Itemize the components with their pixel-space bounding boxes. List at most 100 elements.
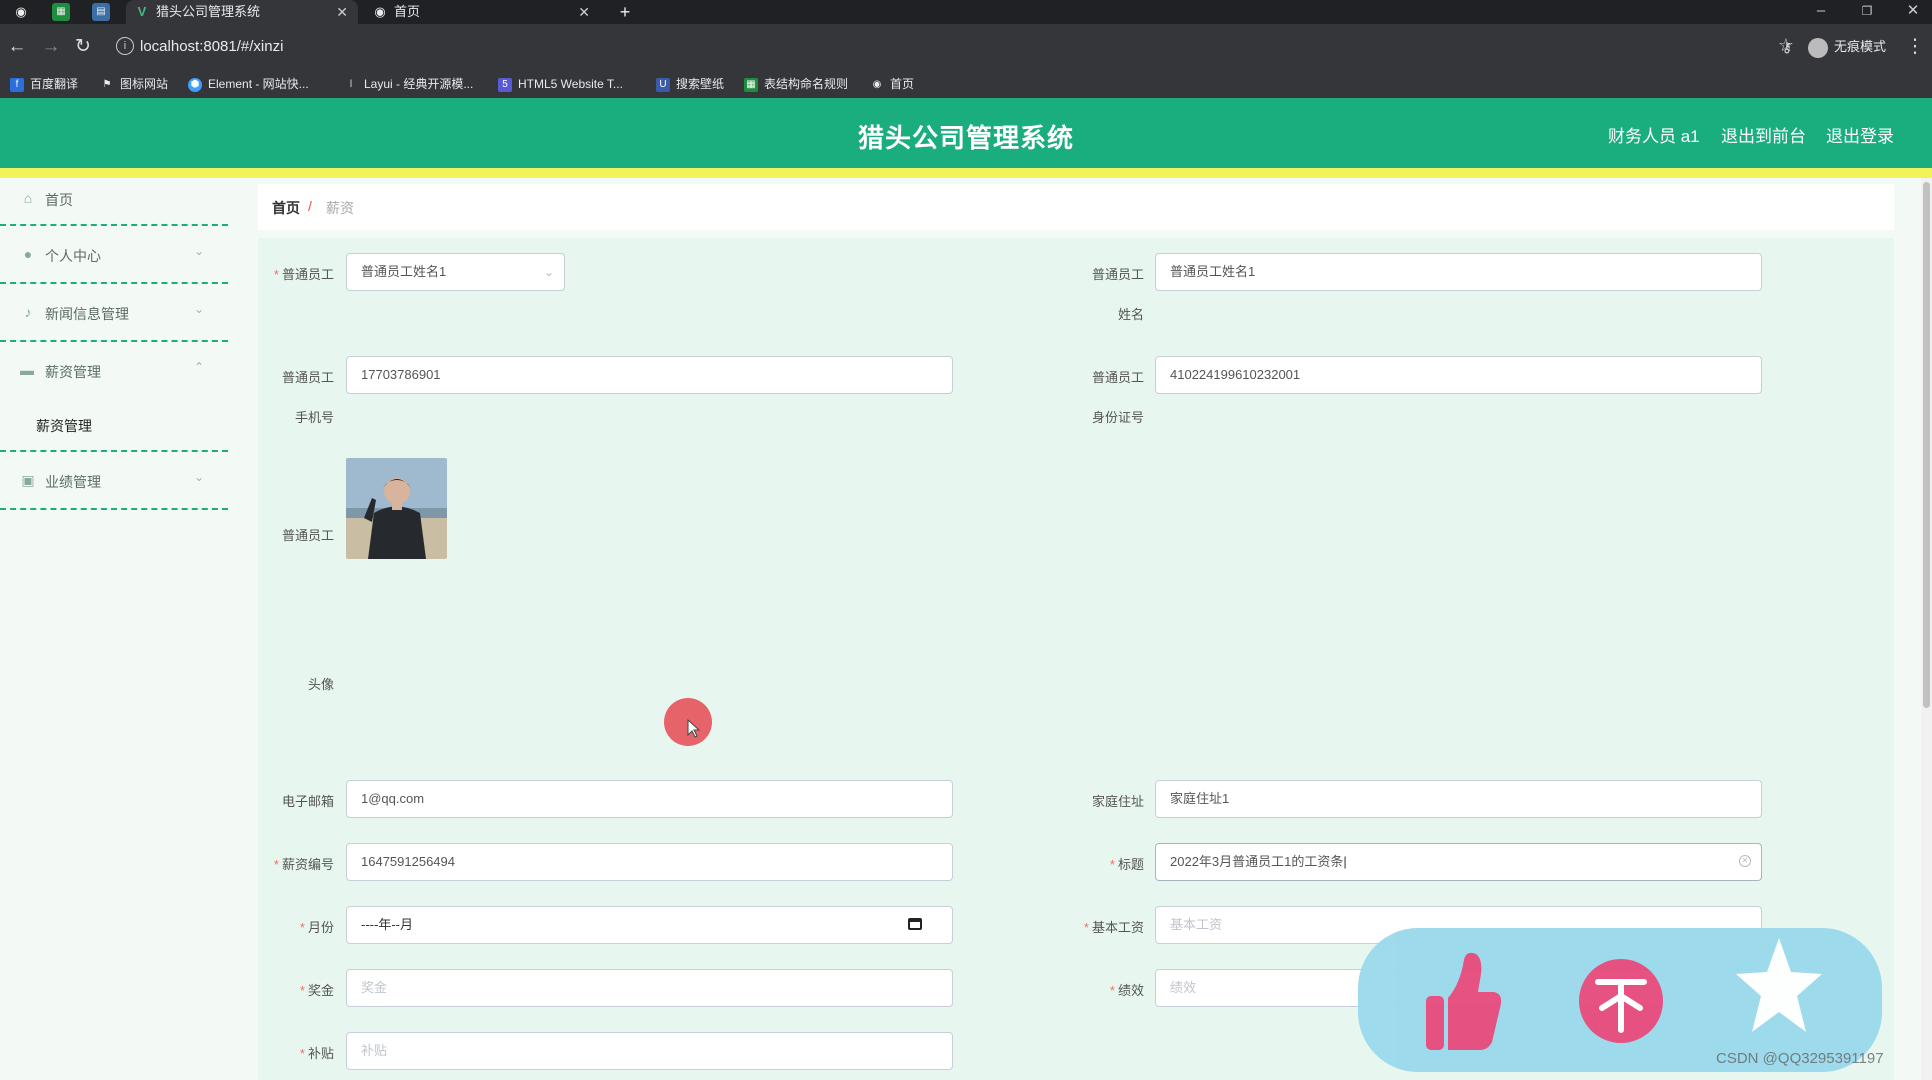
profile-label: 无痕模式 [1834, 39, 1887, 54]
sidebar-item-profile[interactable]: ● 个人中心 ⌄ [0, 226, 228, 284]
bookmark-item[interactable]: ▦ 表结构命名规则 [744, 70, 848, 98]
page-scrollbar[interactable] [1921, 178, 1932, 1080]
menu-dots-icon[interactable]: ⋮ [1904, 36, 1926, 58]
back-to-front-link[interactable]: 退出到前台 [1721, 122, 1806, 147]
address-field[interactable]: 家庭住址1 [1155, 780, 1762, 818]
sidebar-item-label: 首页 [45, 192, 73, 208]
employee-select[interactable]: 普通员工姓名1 ⌄ [346, 253, 565, 291]
phone-label: 普通员工 [281, 370, 334, 385]
close-window-icon[interactable]: ✕ [1893, 0, 1932, 24]
avatar-label: 普通员工 [281, 528, 334, 543]
phone-field[interactable]: 17703786901 [346, 356, 953, 394]
new-tab-button[interactable]: + [616, 3, 634, 21]
bookmark-item[interactable]: f 百度翻译 [10, 70, 78, 98]
sheet-icon: ▦ [744, 77, 758, 92]
current-user[interactable]: 财务人员 a1 [1608, 122, 1700, 147]
month-value: ----年--月 [361, 917, 413, 932]
breadcrumb-home[interactable]: 首页 [272, 198, 300, 218]
calendar-icon[interactable] [908, 918, 922, 930]
salary-no-field[interactable]: 1647591256494 [346, 843, 953, 881]
sidebar-subitem-salary[interactable]: 薪资管理 [0, 400, 228, 452]
breadcrumb-current: 薪资 [326, 200, 354, 216]
coin-icon[interactable] [1576, 946, 1666, 1056]
employee-name-value: 普通员工姓名1 [1170, 264, 1256, 279]
clear-icon[interactable]: ✕ [1739, 855, 1751, 867]
bookmark-label: Layui - 经典开源模... [364, 77, 474, 91]
back-icon[interactable]: ← [6, 36, 28, 58]
sidebar-item-news[interactable]: ♪ 新闻信息管理 ⌄ [0, 284, 228, 342]
sidebar-item-salary[interactable]: ▬ 薪资管理 ⌃ [0, 342, 228, 400]
base-salary-label: * 基本工资 [1083, 920, 1144, 935]
bookmark-item[interactable]: ⬢ Element - 网站快... [188, 70, 309, 98]
bookmark-item[interactable]: l Layui - 经典开源模... [344, 70, 473, 98]
salary-no-value: 1647591256494 [361, 854, 455, 869]
close-tab-icon[interactable]: ✕ [578, 0, 590, 24]
sidebar-item-label: 新闻信息管理 [45, 306, 129, 322]
vue-icon: V [137, 4, 147, 19]
subsidy-field[interactable]: 补贴 [346, 1032, 953, 1070]
wallpaper-icon: U [656, 77, 670, 92]
bonus-label: * 奖金 [299, 983, 334, 998]
app-header: 猎头公司管理系统 财务人员 a1 退出到前台 退出登录 [0, 98, 1932, 178]
tab-home[interactable]: ◉ 首页 ✕ [364, 0, 600, 24]
sidebar-item-performance[interactable]: ▣ 业绩管理 ⌄ [0, 452, 228, 510]
bonus-field[interactable]: 奖金 [346, 969, 953, 1007]
bookmark-label: 图标网站 [120, 77, 169, 91]
chevron-down-icon: ⌄ [543, 265, 554, 279]
tab-title: 猎头公司管理系统 [156, 4, 261, 19]
element-icon: ⬢ [188, 77, 202, 92]
globe-icon[interactable]: ◉ [12, 3, 30, 21]
flag-icon: ⚑ [102, 78, 112, 90]
watermark: CSDN @QQ3295391197 [1716, 1050, 1884, 1067]
info-icon[interactable]: i [116, 37, 134, 55]
star-icon[interactable] [1734, 932, 1824, 1042]
translate-icon: f [10, 77, 24, 92]
restore-icon[interactable]: ❐ [1847, 0, 1887, 24]
id-card-field[interactable]: 410224199610232001 [1155, 356, 1762, 394]
bookmark-label: 首页 [890, 77, 915, 91]
window-icon[interactable]: ▤ [92, 3, 110, 21]
close-tab-icon[interactable]: ✕ [336, 0, 348, 24]
scrollbar-thumb[interactable] [1923, 182, 1930, 708]
header-stripe [0, 168, 1932, 178]
minimize-icon[interactable]: – [1801, 0, 1841, 24]
id-card-label-line2: 身份证号 [1091, 410, 1144, 425]
employee-label: * 普通员工 [273, 267, 334, 282]
title-value: 2022年3月普通员工1的工资条 [1170, 854, 1344, 869]
bookmark-item[interactable]: ◉ 首页 [870, 70, 914, 98]
chevron-up-icon: ⌃ [193, 360, 204, 374]
bookmark-item[interactable]: U 搜索壁纸 [656, 70, 724, 98]
avatar-image[interactable] [346, 458, 447, 559]
email-field[interactable]: 1@qq.com [346, 780, 953, 818]
briefcase-icon: ▬ [20, 362, 34, 378]
sheet-icon[interactable]: ▦ [52, 3, 70, 21]
microphone-icon: ♪ [24, 304, 32, 320]
forward-icon[interactable]: → [40, 36, 62, 58]
employee-name-field[interactable]: 普通员工姓名1 [1155, 253, 1762, 291]
bookmark-label: Element - 网站快... [208, 77, 309, 91]
title-field[interactable]: 2022年3月普通员工1的工资条| ✕ [1155, 843, 1762, 881]
chevron-down-icon: ⌄ [193, 470, 204, 484]
clipboard-icon: ▣ [21, 472, 35, 488]
incognito-icon [1808, 37, 1828, 58]
sidebar-item-label: 薪资管理 [45, 364, 101, 380]
month-picker[interactable]: ----年--月 [346, 906, 953, 944]
phone-label-line2: 手机号 [294, 410, 334, 425]
reload-icon[interactable]: ↻ [72, 36, 94, 58]
bookmark-item[interactable]: ⚑ 图标网站 [100, 70, 169, 98]
thumbs-up-icon[interactable] [1420, 946, 1504, 1054]
sidebar-item-home[interactable]: ⌂ 首页 [0, 178, 228, 226]
incognito-profile[interactable]: 无痕模式 [1808, 32, 1886, 62]
bookmarks-bar: f 百度翻译 ⚑ 图标网站 ⬢ Element - 网站快... l Layui - 经… [0, 70, 1932, 99]
url-input[interactable]: i localhost:8081/#/xinzi ☆ [108, 32, 1798, 62]
globe-icon: ◉ [374, 4, 386, 19]
bookmark-label: 百度翻译 [30, 77, 79, 91]
tab-active[interactable]: V 猎头公司管理系统 ✕ [126, 0, 358, 24]
base-salary-placeholder: 基本工资 [1170, 917, 1223, 932]
browser-tab-bar: ◉ ▦ ▤ V 猎头公司管理系统 ✕ ◉ 首页 ✕ + – ❐ ✕ [0, 0, 1932, 24]
salary-no-label: * 薪资编号 [273, 857, 334, 872]
logout-link[interactable]: 退出登录 [1826, 122, 1894, 147]
key-icon[interactable]: ⚷ [1776, 36, 1798, 58]
employee-name-label: 普通员工 [1091, 267, 1144, 282]
bookmark-item[interactable]: 5 HTML5 Website T... [498, 70, 623, 98]
